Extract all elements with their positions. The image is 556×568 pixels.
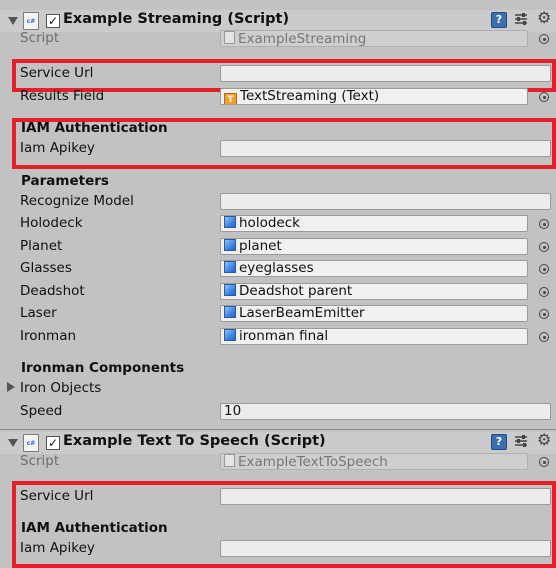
speed-input[interactable]: 10 <box>220 403 551 420</box>
parameters-header: Parameters <box>21 173 109 189</box>
ironman-object-field[interactable]: ironman final <box>220 328 528 345</box>
deadshot-label: Deadshot <box>20 283 85 299</box>
script-mini-icon <box>224 454 235 467</box>
script-field: ExampleStreaming <box>220 30 528 47</box>
planet-value: planet <box>239 238 282 254</box>
ironman-value: ironman final <box>239 328 329 344</box>
results-field-label: Results Field <box>20 88 105 104</box>
foldout-triangle-right-icon[interactable] <box>7 382 15 392</box>
object-picker-icon[interactable] <box>539 219 549 229</box>
enabled-checkbox[interactable]: ✓ <box>46 436 60 450</box>
speed-label: Speed <box>20 403 63 419</box>
cube-icon <box>224 284 236 296</box>
text-component-icon: T <box>224 93 237 104</box>
presets-sliders-icon[interactable] <box>514 434 528 448</box>
highlight-box <box>12 481 556 568</box>
help-book-icon[interactable]: ? <box>491 12 507 28</box>
cube-icon <box>224 306 236 318</box>
script-label: Script <box>20 30 60 46</box>
foldout-triangle-down-icon[interactable] <box>8 439 18 447</box>
help-book-icon[interactable]: ? <box>491 434 507 450</box>
planet-label: Planet <box>20 238 63 254</box>
laser-object-field[interactable]: LaserBeamEmitter <box>220 305 528 322</box>
deadshot-value: Deadshot parent <box>239 283 353 299</box>
cube-icon <box>224 216 236 228</box>
ironman-components-header: Ironman Components <box>21 360 185 376</box>
highlight-box <box>12 118 556 169</box>
cube-icon <box>224 239 236 251</box>
script-cs-icon: c# <box>23 12 39 30</box>
object-picker-icon[interactable] <box>539 457 549 467</box>
cube-icon <box>224 329 236 341</box>
object-picker-icon[interactable] <box>539 332 549 342</box>
script-cs-icon: c# <box>23 434 39 452</box>
recognize-model-label: Recognize Model <box>20 193 134 209</box>
results-field-object[interactable]: T TextStreaming (Text) <box>220 88 528 105</box>
script-field-value: ExampleTextToSpeech <box>238 454 388 470</box>
script-mini-icon <box>224 31 235 44</box>
deadshot-object-field[interactable]: Deadshot parent <box>220 283 528 300</box>
presets-sliders-icon[interactable] <box>514 12 528 26</box>
script-field-value: ExampleStreaming <box>238 31 367 47</box>
glasses-label: Glasses <box>20 260 72 276</box>
object-picker-icon[interactable] <box>539 309 549 319</box>
planet-object-field[interactable]: planet <box>220 238 528 255</box>
recognize-model-input[interactable] <box>220 193 551 210</box>
component-title: Example Streaming (Script) <box>63 11 290 27</box>
component-title: Example Text To Speech (Script) <box>63 433 326 449</box>
cube-icon <box>224 261 236 273</box>
object-picker-icon[interactable] <box>539 242 549 252</box>
script-label: Script <box>20 453 60 469</box>
holodeck-label: Holodeck <box>20 215 83 231</box>
script-field: ExampleTextToSpeech <box>220 453 528 470</box>
holodeck-object-field[interactable]: holodeck <box>220 215 528 232</box>
object-picker-icon[interactable] <box>539 34 549 44</box>
object-picker-icon[interactable] <box>539 92 549 102</box>
component-divider <box>0 429 556 430</box>
foldout-triangle-down-icon[interactable] <box>8 17 18 25</box>
laser-value: LaserBeamEmitter <box>239 305 365 321</box>
glasses-value: eyeglasses <box>239 260 314 276</box>
ironman-label: Ironman <box>20 328 77 344</box>
gear-icon[interactable]: ⚙ <box>537 10 551 26</box>
holodeck-value: holodeck <box>239 215 300 231</box>
results-field-value: TextStreaming (Text) <box>240 88 380 104</box>
gear-icon[interactable]: ⚙ <box>537 432 551 448</box>
iron-objects-label[interactable]: Iron Objects <box>20 380 101 396</box>
enabled-checkbox[interactable]: ✓ <box>46 14 60 28</box>
object-picker-icon[interactable] <box>539 264 549 274</box>
glasses-object-field[interactable]: eyeglasses <box>220 260 528 277</box>
laser-label: Laser <box>20 305 57 321</box>
object-picker-icon[interactable] <box>539 287 549 297</box>
